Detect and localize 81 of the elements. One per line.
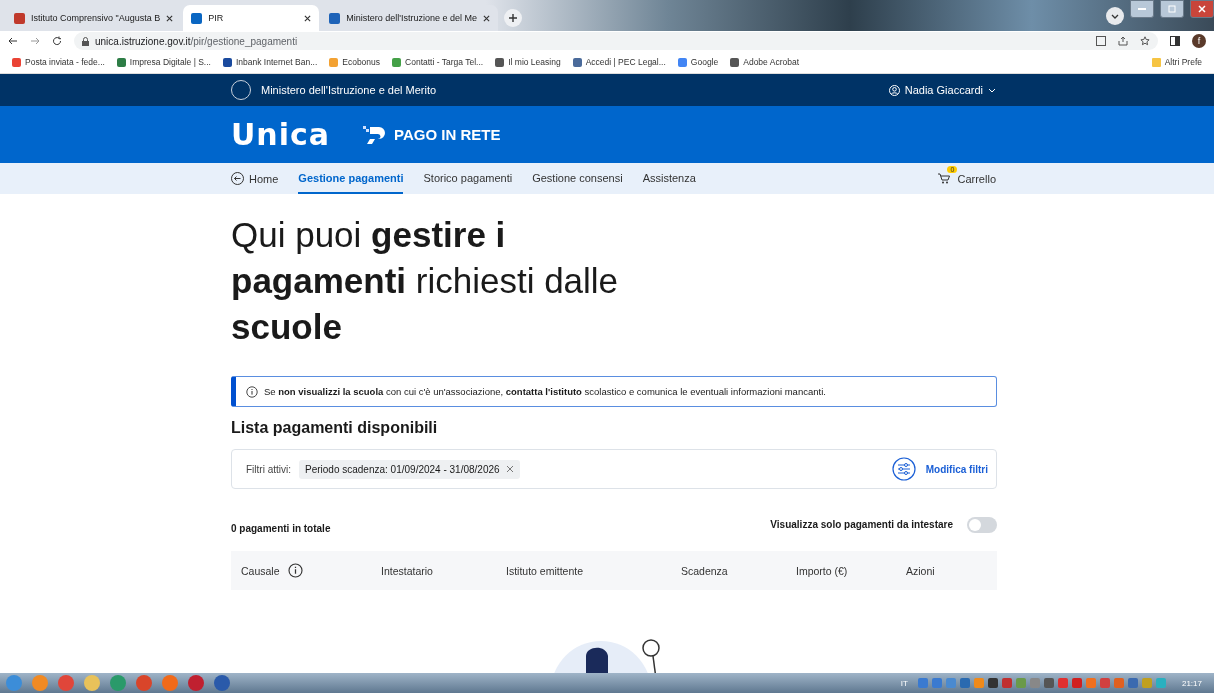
taskbar-app-icon[interactable] — [188, 675, 204, 691]
close-icon[interactable] — [166, 14, 174, 22]
taskbar-app-icon[interactable] — [6, 675, 22, 691]
column-header: Importo (€) — [796, 564, 848, 577]
toggle-switch[interactable] — [967, 516, 997, 533]
minimize-button[interactable] — [1130, 0, 1154, 18]
nav-tab[interactable]: Storico pagamenti — [423, 163, 513, 194]
tray-icon[interactable] — [1127, 678, 1138, 688]
taskbar-app-icon[interactable] — [32, 675, 48, 691]
taskbar-app-icon[interactable] — [162, 675, 178, 691]
side-panel-icon[interactable] — [1170, 36, 1180, 46]
edit-filters-button[interactable]: Modifica filtri — [891, 457, 996, 481]
taskbar-app-icon[interactable] — [58, 675, 74, 691]
bookmark[interactable]: Ecobonus — [329, 57, 381, 67]
reload-icon[interactable] — [52, 36, 62, 46]
bookmark[interactable]: Google — [677, 57, 719, 67]
bookmark[interactable]: Accedi | PEC Legal... — [572, 57, 666, 67]
favicon-icon — [191, 12, 203, 24]
taskbar-app-icon[interactable] — [136, 675, 152, 691]
maximize-icon[interactable] — [1168, 5, 1176, 13]
cart-icon — [938, 173, 951, 184]
bookmark[interactable]: Posta inviata - fede... — [12, 57, 105, 67]
new-tab-button[interactable] — [504, 9, 523, 27]
info-icon — [246, 385, 258, 398]
maximize-button[interactable] — [1160, 0, 1184, 18]
favicon-icon — [329, 12, 341, 24]
user-menu[interactable]: Nadia Giaccardi — [888, 84, 996, 96]
bookmark[interactable]: Inbank Internet Ban... — [222, 57, 318, 67]
column-header: Azioni — [906, 564, 935, 577]
filters-label: Filtri attivi: — [246, 463, 291, 475]
nav-tab[interactable]: Gestione consensi — [532, 163, 623, 194]
taskbar-app-icon[interactable] — [110, 675, 126, 691]
taskbar-app-icon[interactable] — [84, 675, 100, 691]
address-bar[interactable]: unica.istruzione.gov.it/pir/gestione_pagamenti — [74, 32, 1158, 50]
filter-chip[interactable]: Periodo scadenza: 01/09/2024 - 31/08/2026 — [299, 459, 520, 479]
nav-tab[interactable]: Assistenza — [642, 163, 696, 194]
close-icon[interactable] — [304, 14, 312, 22]
column-header: Causale — [241, 564, 280, 577]
toggle-label: Visualizza solo pagamenti da intestare — [770, 519, 953, 530]
browser-tab[interactable]: PIR — [183, 5, 320, 31]
home-link[interactable]: Home — [231, 163, 279, 194]
language-indicator: IT — [900, 678, 908, 688]
payments-total: 0 pagamenti in totale — [231, 522, 331, 534]
chevron-button[interactable] — [1106, 7, 1124, 25]
column-header: Intestatario — [381, 564, 433, 577]
bookmark[interactable]: Impresa Digitale | S... — [116, 57, 211, 67]
info-message: Se non visualizzi la scuola con cui c'è un'associazione, contatta l'istituto scolastico e comunica le eventuali informazioni mancanti. — [264, 386, 826, 397]
tray-icon[interactable] — [1071, 678, 1082, 688]
chevron-down-icon[interactable] — [1111, 12, 1119, 20]
star-icon[interactable] — [1140, 36, 1150, 46]
tray-icon[interactable] — [1001, 678, 1012, 688]
tray-icon[interactable] — [1043, 678, 1054, 688]
close-button[interactable] — [1190, 0, 1214, 18]
share-icon[interactable] — [1118, 36, 1128, 46]
user-icon — [888, 84, 900, 96]
plus-icon[interactable] — [508, 13, 519, 23]
bookmark[interactable]: Adobe Acrobat — [730, 57, 799, 67]
chevron-down-icon — [988, 86, 996, 94]
bookmarks-folder[interactable]: Altri Prefe — [1151, 57, 1202, 67]
profile-avatar[interactable]: f — [1192, 34, 1206, 48]
info-icon — [287, 563, 303, 578]
tray-icon[interactable] — [987, 678, 998, 688]
section-title: Lista pagamenti disponibili — [231, 419, 439, 437]
lock-icon — [82, 36, 89, 46]
column-header: Istituto emittente — [506, 564, 584, 577]
taskbar-app-icon[interactable] — [214, 675, 230, 691]
nav-tab[interactable]: Gestione pagamenti — [298, 163, 404, 194]
back-icon[interactable] — [8, 36, 18, 46]
bookmark[interactable]: Contatti - Targa Tel... — [392, 57, 484, 67]
close-icon[interactable] — [483, 14, 491, 22]
bookmark[interactable]: Il mio Leasing — [495, 57, 561, 67]
favicon-icon — [14, 12, 25, 24]
ministry-name: Ministero dell'Istruzione e del Merito — [261, 84, 437, 96]
unica-logo: Unica — [231, 117, 331, 152]
column-header: Scadenza — [681, 564, 728, 577]
tray-icon[interactable] — [959, 678, 970, 688]
pago-in-rete-logo: PAGO IN RETE — [362, 124, 501, 145]
clock: 21:17 — [1180, 678, 1203, 688]
page-heading: Qui puoi gestire i pagamenti richiesti dalle scuole — [231, 214, 620, 348]
sliders-icon — [891, 457, 916, 481]
forward-icon[interactable] — [30, 36, 40, 46]
